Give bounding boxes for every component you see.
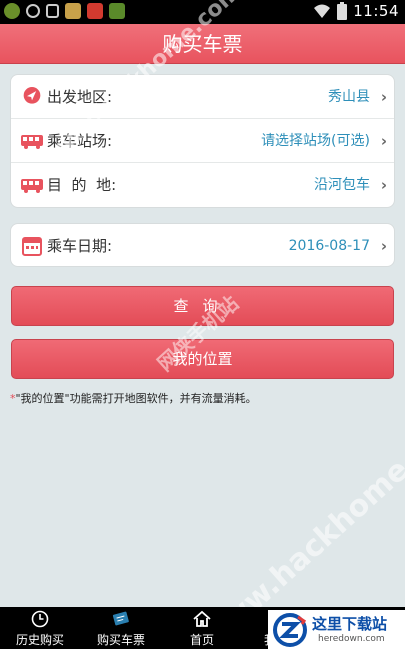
notification-icons (4, 3, 125, 19)
app-header: 购买车票 (0, 24, 405, 64)
nav-label: 购买车票 (96, 633, 145, 647)
chevron-right-icon: › (380, 237, 387, 255)
date-card: 乘车日期: 2016-08-17 › (10, 223, 395, 267)
chevron-right-icon: › (380, 88, 387, 106)
page-title: 购买车票 (162, 32, 243, 56)
ticket-icon (112, 611, 129, 626)
photo-notification-icon (65, 3, 81, 19)
nav-label: 历史购买 (15, 633, 64, 647)
clock: 11:54 (353, 2, 399, 20)
app-notification-icon (4, 3, 20, 19)
settings-notification-icon (26, 4, 40, 18)
home-icon (193, 610, 211, 627)
query-button[interactable]: 查询 (11, 286, 394, 326)
boarding-station-label: 乘车站场: (47, 132, 113, 150)
note-text: "我的位置"功能需打开地图软件，并有流量消耗。 (15, 392, 257, 405)
destination-label: 目 的 地: (47, 176, 117, 194)
boarding-station-value: 请选择站场(可选) (261, 133, 370, 149)
status-bar: 11:54 (0, 0, 405, 24)
bag-notification-icon (46, 4, 59, 18)
travel-date-label: 乘车日期: (47, 237, 113, 255)
nav-buy-tickets[interactable]: 购买车票 (81, 607, 161, 649)
wifi-icon (314, 4, 331, 18)
travel-date-row[interactable]: 乘车日期: 2016-08-17 › (11, 224, 394, 268)
clock-icon (31, 610, 49, 628)
bus-icon (21, 135, 43, 149)
location-arrow-icon (23, 87, 41, 104)
battery-icon (337, 2, 348, 20)
destination-value: 沿河包车 (314, 177, 370, 193)
chevron-right-icon: › (380, 176, 387, 194)
departure-area-label: 出发地区: (47, 88, 113, 106)
game-notification-icon (109, 3, 125, 19)
heredown-logo-icon (273, 613, 307, 647)
badge-subtitle: heredown.com (318, 634, 385, 644)
departure-area-value: 秀山县 (328, 89, 370, 105)
destination-row[interactable]: 目 的 地: 沿河包车 › (11, 163, 394, 207)
bus-icon (21, 179, 43, 193)
location-note: *"我的位置"功能需打开地图软件，并有流量消耗。 (10, 390, 257, 406)
badge-title: 这里下载站 (312, 615, 388, 633)
nav-history-purchases[interactable]: 历史购买 (0, 607, 80, 649)
departure-area-row[interactable]: 出发地区: 秀山县 › (11, 75, 394, 119)
travel-date-value: 2016-08-17 (288, 238, 370, 254)
corner-badge: 这里下载站 heredown.com (268, 610, 405, 649)
calendar-notification-icon (87, 3, 103, 19)
boarding-station-row[interactable]: 乘车站场: 请选择站场(可选) › (11, 119, 394, 163)
chevron-right-icon: › (380, 132, 387, 150)
my-location-button[interactable]: 我的位置 (11, 339, 394, 379)
route-card: 出发地区: 秀山县 › 乘车站场: 请选择站场(可选) › 目 的 地: 沿河包… (10, 74, 395, 208)
calendar-icon (22, 237, 42, 256)
